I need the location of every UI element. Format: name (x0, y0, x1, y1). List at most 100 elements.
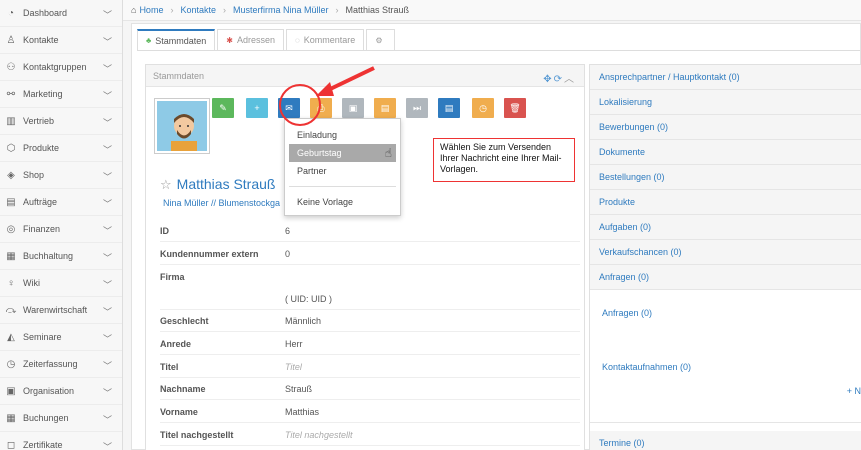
add-button[interactable]: + (246, 98, 268, 118)
content-area: ♣ Stammdaten ✱ Adressen ◌ Kommentare ⚙ Stam… (131, 23, 861, 450)
dropdown-item-keine-vorlage[interactable]: Keine Vorlage (285, 193, 400, 211)
dropdown-item-einladung[interactable]: Einladung (285, 126, 400, 144)
delete-button[interactable]: 🗑 (504, 98, 526, 118)
field-value[interactable]: Matthias (285, 407, 319, 417)
field-label: Vorname (160, 406, 198, 417)
sidebar-item-produkte[interactable]: ⬡ Produkte ﹀ (0, 135, 122, 162)
chevron-down-icon[interactable]: ﹀ (103, 89, 112, 102)
kontaktaufnahmen-link[interactable]: Kontaktaufnahmen (0) (602, 362, 691, 372)
user-icon: ♣ (146, 36, 152, 45)
groups-icon: ⚇ (6, 61, 16, 73)
right-panel-item[interactable]: Verkaufschancen (0) (590, 240, 861, 265)
field-value[interactable]: ( UID: UID ) (285, 294, 332, 304)
sidebar-item-label: Kontakte (23, 35, 59, 45)
right-panel-item[interactable]: Dokumente (590, 140, 861, 165)
chevron-down-icon[interactable]: ﹀ (103, 305, 112, 318)
tab-kommentare[interactable]: ◌ Kommentare (286, 29, 365, 50)
field-label: Nachname (160, 383, 206, 394)
chevron-down-icon[interactable]: ﹀ (103, 359, 112, 372)
field-value[interactable]: Titel nachgestellt (285, 430, 352, 440)
field-row: ID 6 (160, 220, 580, 242)
star-icon[interactable]: ☆ (160, 177, 172, 192)
chevron-down-icon[interactable]: ﹀ (103, 197, 112, 210)
sidebar-item-zeiterfassung[interactable]: ◷ Zeiterfassung ﹀ (0, 351, 122, 378)
dashboard-icon: ◔ (7, 7, 15, 19)
home-icon[interactable]: ⌂ (131, 5, 136, 15)
timer-button[interactable]: ◷ (472, 98, 494, 118)
chevron-down-icon[interactable]: ﹀ (103, 35, 112, 48)
sidebar-item-finanzen[interactable]: ◎ Finanzen ﹀ (0, 216, 122, 243)
sidebar-item-aufträge[interactable]: ▤ Aufträge ﹀ (0, 189, 122, 216)
sidebar-item-vertrieb[interactable]: ▥ Vertrieb ﹀ (0, 108, 122, 135)
chevron-down-icon[interactable]: ﹀ (103, 440, 112, 450)
document-button[interactable]: ▤ (438, 98, 460, 118)
right-panel-item[interactable]: Ansprechpartner / Hauptkontakt (0) (590, 65, 861, 90)
sidebar-item-label: Kontaktgruppen (23, 62, 87, 72)
breadcrumb-kontakte[interactable]: Kontakte (180, 5, 216, 15)
field-value[interactable]: Herr (285, 339, 303, 349)
field-row: Vorname Matthias (160, 401, 580, 423)
chevron-up-icon[interactable]: ︿ (564, 74, 576, 85)
termine-item[interactable]: Termine (0) (590, 431, 861, 450)
field-value[interactable]: Männlich (285, 316, 321, 326)
dropdown-item-geburtstag[interactable]: Geburtstag ☝ (289, 144, 396, 162)
tab-adressen[interactable]: ✱ Adressen (217, 29, 285, 50)
sidebar-item-buchhaltung[interactable]: ▦ Buchhaltung ﹀ (0, 243, 122, 270)
hint-callout: Wählen Sie zum Versenden Ihrer Nachricht… (433, 138, 575, 182)
sidebar-item-shop[interactable]: ◈ Shop ﹀ (0, 162, 122, 189)
field-value[interactable]: 0 (285, 249, 290, 259)
anfragen-link[interactable]: Anfragen (0) (602, 308, 652, 318)
panel-tools: ✥⟳︿ (543, 70, 576, 85)
right-panel-item[interactable]: Produkte (590, 190, 861, 215)
new-link[interactable]: + N (847, 386, 861, 396)
tab-label: Stammdaten (155, 35, 207, 46)
chevron-down-icon[interactable]: ﹀ (103, 224, 112, 237)
chevron-down-icon[interactable]: ﹀ (103, 143, 112, 156)
sidebar-item-dashboard[interactable]: ◔ Dashboard ﹀ (0, 0, 122, 27)
right-panel-item[interactable]: Bewerbungen (0) (590, 115, 861, 140)
field-value[interactable]: Titel (285, 362, 302, 372)
breadcrumb-separator: › (222, 5, 226, 15)
tab-settings[interactable]: ⚙ (366, 29, 396, 50)
sidebar-item-label: Buchhaltung (23, 251, 74, 261)
refresh-icon[interactable]: ⟳ (554, 74, 564, 85)
chevron-down-icon[interactable]: ﹀ (103, 170, 112, 183)
tab-bar: ♣ Stammdaten ✱ Adressen ◌ Kommentare ⚙ (137, 29, 397, 50)
sidebar-item-seminare[interactable]: ◭ Seminare ﹀ (0, 324, 122, 351)
sidebar-item-wiki[interactable]: ♀ Wiki ﹀ (0, 270, 122, 297)
sidebar-item-organisation[interactable]: ▣ Organisation ﹀ (0, 378, 122, 405)
sales-icon: ▥ (6, 115, 16, 127)
edit-button[interactable]: ✎ (212, 98, 234, 118)
main-area: ⌂ Home › Kontakte › Musterfirma Nina Mül… (123, 0, 861, 450)
sidebar-item-marketing[interactable]: ⚯ Marketing ﹀ (0, 81, 122, 108)
chevron-down-icon[interactable]: ﹀ (103, 116, 112, 129)
move-icon[interactable]: ✥ (543, 74, 553, 85)
tab-label: Kommentare (303, 35, 356, 45)
sidebar-item-kontaktgruppen[interactable]: ⚇ Kontaktgruppen ﹀ (0, 54, 122, 81)
chevron-down-icon[interactable]: ﹀ (103, 332, 112, 345)
skip-button[interactable]: ⏭ (406, 98, 428, 118)
right-panel-item[interactable]: Lokalisierung (590, 90, 861, 115)
chevron-down-icon[interactable]: ﹀ (103, 251, 112, 264)
sidebar-item-zertifikate[interactable]: ◻ Zertifikate ﹀ (0, 432, 122, 450)
chevron-down-icon[interactable]: ﹀ (103, 8, 112, 21)
contact-subtitle[interactable]: Nina Müller // Blumenstockga (163, 198, 280, 208)
sidebar-item-warenwirtschaft[interactable]: ⤼ Warenwirtschaft ﹀ (0, 297, 122, 324)
tab-stammdaten[interactable]: ♣ Stammdaten (137, 29, 216, 50)
sidebar-item-kontakte[interactable]: ♙ Kontakte ﹀ (0, 27, 122, 54)
finance-icon: ◎ (6, 223, 16, 235)
right-panel-item[interactable]: Bestellungen (0) (590, 165, 861, 190)
chevron-down-icon[interactable]: ﹀ (103, 413, 112, 426)
dropdown-item-partner[interactable]: Partner (285, 162, 400, 180)
right-panel-item[interactable]: Anfragen (0) (590, 265, 861, 290)
breadcrumb-company[interactable]: Musterfirma Nina Müller (233, 5, 329, 15)
sidebar-item-buchungen[interactable]: ▦ Buchungen ﹀ (0, 405, 122, 432)
breadcrumb-home[interactable]: Home (139, 5, 163, 15)
field-value[interactable]: Strauß (285, 384, 312, 394)
dropdown-item-label: Geburtstag (297, 148, 342, 158)
field-value[interactable]: 6 (285, 226, 290, 236)
chevron-down-icon[interactable]: ﹀ (103, 62, 112, 75)
right-panel-item[interactable]: Aufgaben (0) (590, 215, 861, 240)
chevron-down-icon[interactable]: ﹀ (103, 278, 112, 291)
chevron-down-icon[interactable]: ﹀ (103, 386, 112, 399)
